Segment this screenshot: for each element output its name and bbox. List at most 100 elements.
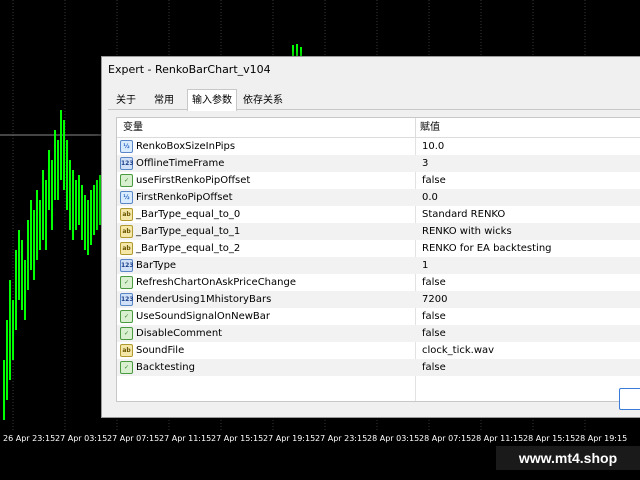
candle [54,130,56,200]
variable-value[interactable]: false [420,308,446,325]
bool-type-icon: ✓ [120,174,133,187]
watermark: www.mt4.shop [496,446,640,470]
inputs-grid: 变量 赋值 ½ RenkoBoxSizeInPips 10.0 123 OfflineT… [116,117,640,402]
table-row[interactable]: ✓ useFirstRenkoPipOffset false [117,172,640,189]
candle [42,170,44,240]
dialog-title: Expert - RenkoBarChart_v104 [108,63,271,76]
variable-name: BarType [136,260,177,271]
variable-name: _BarType_equal_to_1 [136,226,241,237]
tab-dependencies[interactable]: 依存关系 [239,92,287,109]
candle [84,195,86,250]
tab-strip: 关于 常用 输入参数 依存关系 [108,89,640,111]
candle [90,190,92,245]
integer-type-icon: 123 [120,293,134,306]
table-row[interactable]: ½ RenkoBoxSizeInPips 10.0 [117,138,640,155]
variable-value[interactable]: 0.0 [420,189,438,206]
variable-name: UseSoundSignalOnNewBar [136,311,271,322]
table-row[interactable]: 123 OfflineTimeFrame 3 [117,155,640,172]
candle [27,220,29,290]
integer-type-icon: 123 [120,259,134,272]
ok-button[interactable] [619,388,640,410]
tab-common[interactable]: 常用 [150,92,178,109]
variable-name: useFirstRenkoPipOffset [136,175,251,186]
string-type-icon: ab [120,242,133,255]
candle [72,170,74,240]
tab-inputs[interactable]: 输入参数 [187,89,237,111]
candle [36,190,38,260]
variable-name: _BarType_equal_to_2 [136,243,241,254]
bool-type-icon: ✓ [120,361,133,374]
candle [48,150,50,210]
candle [78,175,80,225]
candle [75,180,77,230]
variable-name: SoundFile [136,345,185,356]
candle [12,300,14,360]
candle [57,140,59,200]
time-axis-label: 27 Apr 23:15 [315,434,368,443]
candle [63,120,65,190]
header-variable[interactable]: 变量 [119,118,143,137]
time-axis-label: 28 Apr 19:15 [575,434,628,443]
table-row[interactable]: ab SoundFile clock_tick.wav [117,342,640,359]
candle [87,200,89,255]
variable-value[interactable]: false [420,359,446,376]
candle [60,110,62,180]
bool-type-icon: ✓ [120,327,133,340]
time-axis-label: 26 Apr 23:15 [3,434,56,443]
bool-type-icon: ✓ [120,310,133,323]
candle [3,360,5,420]
variable-value[interactable]: 3 [420,155,428,172]
candle [93,185,95,235]
time-axis-label: 28 Apr 07:15 [419,434,472,443]
time-axis-label: 27 Apr 11:15 [159,434,212,443]
candle [15,250,17,330]
time-axis-label: 28 Apr 11:15 [471,434,524,443]
candle [45,180,47,250]
table-row[interactable]: ½ FirstRenkoPipOffset 0.0 [117,189,640,206]
candle [39,200,41,250]
candle [81,185,83,240]
variable-name: OfflineTimeFrame [136,158,225,169]
variable-value[interactable]: 10.0 [420,138,444,155]
table-row[interactable]: ✓ RefreshChartOnAskPriceChange false [117,274,640,291]
variable-name: FirstRenkoPipOffset [136,192,233,203]
variable-value[interactable]: RENKO for EA backtesting [420,240,552,257]
table-row[interactable]: 123 RenderUsing1MhistoryBars 7200 [117,291,640,308]
variable-value[interactable]: false [420,274,446,291]
variable-value[interactable]: false [420,325,446,342]
table-row[interactable]: ✓ DisableComment false [117,325,640,342]
candle [9,280,11,380]
time-axis-label: 27 Apr 15:15 [211,434,264,443]
tab-about[interactable]: 关于 [112,92,140,109]
variable-value[interactable]: 1 [420,257,428,274]
header-value[interactable]: 赋值 [415,118,440,137]
variable-name: DisableComment [136,328,223,339]
variable-name: RefreshChartOnAskPriceChange [136,277,296,288]
table-row[interactable]: 123 BarType 1 [117,257,640,274]
variable-value[interactable]: 7200 [420,291,447,308]
string-type-icon: ab [120,344,133,357]
variable-name: _BarType_equal_to_0 [136,209,241,220]
time-axis-label: 27 Apr 07:15 [107,434,160,443]
variable-value[interactable]: RENKO with wicks [420,223,512,240]
candle [24,260,26,320]
variable-value[interactable]: clock_tick.wav [420,342,494,359]
integer-type-icon: 123 [120,157,134,170]
double-type-icon: ½ [120,191,133,204]
variable-value[interactable]: false [420,172,446,189]
variable-name: Backtesting [136,362,195,373]
candle [21,240,23,310]
table-row[interactable]: ✓ UseSoundSignalOnNewBar false [117,308,640,325]
candle [96,180,98,230]
candle [18,230,20,300]
candle [66,140,68,210]
candle [30,200,32,270]
double-type-icon: ½ [120,140,133,153]
variable-name: RenderUsing1MhistoryBars [136,294,272,305]
table-row[interactable]: ab _BarType_equal_to_0 Standard RENKO [117,206,640,223]
variable-value[interactable]: Standard RENKO [420,206,505,223]
table-row[interactable]: ab _BarType_equal_to_1 RENKO with wicks [117,223,640,240]
table-row[interactable]: ✓ Backtesting false [117,359,640,376]
table-row[interactable]: ab _BarType_equal_to_2 RENKO for EA backte… [117,240,640,257]
string-type-icon: ab [120,208,133,221]
